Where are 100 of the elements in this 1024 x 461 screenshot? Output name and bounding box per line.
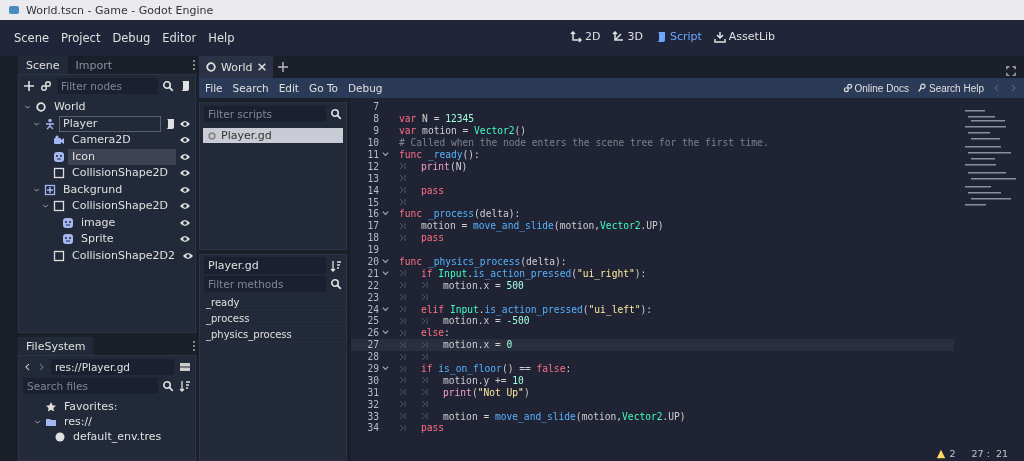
- menu-item[interactable]: File: [205, 82, 223, 94]
- code-token: .: [467, 267, 473, 279]
- code-token: motion.x =: [443, 315, 501, 327]
- search-icon: [162, 380, 174, 392]
- code-token: motion.x =: [443, 279, 501, 291]
- tree-item[interactable]: image: [77, 214, 176, 231]
- back-icon: [992, 82, 1001, 94]
- code-token: N =: [421, 113, 441, 125]
- line-number: 26: [366, 327, 379, 339]
- editor-tab[interactable]: World: [199, 56, 273, 78]
- sort-icon: [179, 380, 191, 392]
- tree-item[interactable]: Camera2D: [68, 132, 176, 149]
- code-token: (: [471, 386, 478, 398]
- tree-item[interactable]: res://: [60, 413, 191, 430]
- menu-item[interactable]: Scene: [14, 31, 50, 45]
- tree-item[interactable]: Sprite: [77, 231, 176, 248]
- tree-item[interactable]: Player: [59, 115, 161, 132]
- dock-tab[interactable]: Scene: [18, 56, 68, 74]
- tree-item[interactable]: CollisionShape2D: [68, 198, 176, 215]
- line-number: 13: [366, 172, 379, 184]
- line-number: 34: [366, 422, 379, 434]
- workspace-tab[interactable]: 2D: [570, 30, 601, 43]
- filter-methods-field[interactable]: Filter methods: [204, 276, 326, 292]
- tree-item[interactable]: Backgrund: [59, 181, 176, 198]
- code-token: print: [443, 386, 472, 398]
- line-number: 20: [366, 256, 379, 267]
- tree-item[interactable]: CollisionShape2D2: [68, 247, 179, 264]
- help-search-icon: [916, 83, 927, 93]
- code-token: "ui_right": [577, 267, 635, 279]
- fold-caret-icon: [380, 304, 390, 314]
- method-item[interactable]: _ready: [200, 295, 346, 311]
- tree-item[interactable]: World: [50, 99, 191, 116]
- code-token: pass: [421, 422, 445, 434]
- help-link[interactable]: Search Help: [916, 82, 984, 94]
- path-field[interactable]: res://Player.gd: [51, 359, 174, 375]
- search-files-field[interactable]: Search files: [23, 378, 158, 394]
- workspace-tab[interactable]: 3D: [612, 30, 643, 43]
- line-number: 10: [366, 137, 379, 149]
- code-token: motion =: [421, 125, 470, 137]
- code-token: .: [478, 303, 485, 315]
- code-token: (motion,: [553, 220, 601, 232]
- code-token: (delta):: [520, 256, 567, 267]
- method-item[interactable]: _process: [200, 311, 346, 327]
- forward-icon: [37, 361, 46, 373]
- code-token: () ==: [501, 363, 532, 375]
- script-icon: [164, 117, 176, 130]
- script-name: Player.gd: [204, 257, 326, 274]
- code-token: # Called when the node enters the scene tree for the first time.: [399, 137, 769, 149]
- axes-icon: [570, 30, 582, 43]
- workspace-tab[interactable]: Script: [654, 30, 702, 43]
- line-number: 21: [366, 267, 379, 279]
- figure-icon: [44, 117, 56, 130]
- dock-tab[interactable]: Import: [67, 56, 121, 74]
- filter-nodes-field[interactable]: Filter nodes: [57, 78, 158, 94]
- menu-item[interactable]: Search: [232, 82, 269, 94]
- line-number: 16: [366, 208, 379, 220]
- line-number: 11: [366, 149, 379, 160]
- code-token: motion.x =: [443, 339, 502, 351]
- code-token: Vector2: [600, 220, 641, 232]
- sprite-icon: [62, 233, 74, 246]
- code-token: "Not Up": [477, 386, 524, 398]
- code-token: motion =: [443, 410, 491, 422]
- code-token: func: [399, 256, 423, 267]
- line-number: 8: [372, 113, 379, 125]
- dock-tab[interactable]: FileSystem: [18, 337, 94, 355]
- code-token: is_on_floor: [437, 363, 502, 375]
- menu-item[interactable]: Edit: [278, 82, 299, 94]
- line-number: 12: [366, 160, 379, 172]
- menu-item[interactable]: Help: [208, 31, 235, 45]
- code-token: 500: [506, 279, 524, 291]
- menu-item[interactable]: Project: [61, 31, 101, 45]
- workspace-tab[interactable]: AssetLib: [713, 30, 776, 43]
- menu-item[interactable]: Debug: [347, 82, 383, 94]
- line-number: 24: [366, 303, 379, 315]
- code-token: _ready: [426, 149, 463, 160]
- script-item[interactable]: Player.gd: [203, 128, 343, 143]
- menu-item[interactable]: Editor: [162, 31, 197, 45]
- line-number: 31: [366, 386, 379, 398]
- filter-scripts-field[interactable]: Filter scripts: [204, 106, 326, 122]
- code-token: _physics_process: [426, 256, 521, 267]
- code-token: false: [536, 363, 566, 375]
- forward-icon: [1009, 82, 1018, 94]
- tree-item[interactable]: default_env.tres: [69, 428, 191, 445]
- tree-item[interactable]: CollisionShape2D: [68, 165, 176, 182]
- sort-icon: [330, 259, 342, 272]
- search-icon: [162, 80, 174, 92]
- line-number: 32: [366, 398, 379, 410]
- kebab-icon: [192, 340, 196, 352]
- menu-item[interactable]: Debug: [112, 31, 151, 45]
- code-token: (: [582, 303, 589, 315]
- add-tab-icon: [276, 61, 289, 73]
- tree-item[interactable]: Icon: [68, 148, 176, 165]
- line-number: 9: [372, 125, 379, 137]
- menu-item[interactable]: Go To: [309, 82, 338, 94]
- line-number: 19: [366, 244, 379, 256]
- warning-count[interactable]: 2: [935, 448, 956, 459]
- method-item[interactable]: _physics_process: [200, 327, 346, 343]
- help-link[interactable]: Online Docs: [842, 82, 909, 94]
- tree-item[interactable]: Favorites:: [60, 398, 191, 415]
- code-token: Vector2: [622, 410, 663, 422]
